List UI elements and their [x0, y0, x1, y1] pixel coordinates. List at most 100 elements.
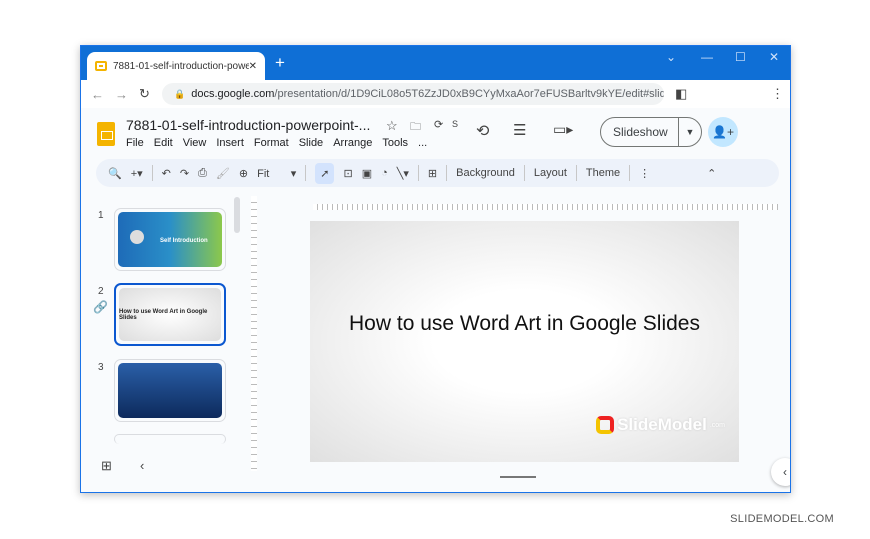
menu-edit[interactable]: Edit: [154, 137, 173, 149]
address-bar-row: ← → ↻ 🔒 docs.google.com/presentation/d/1D…: [81, 80, 790, 108]
meet-camera-icon[interactable]: ▭▸: [553, 121, 573, 138]
grid-view-icon[interactable]: ⊞: [101, 458, 112, 474]
divider: [575, 165, 577, 181]
speaker-notes-handle[interactable]: [500, 476, 536, 478]
brand-suffix: .com: [709, 421, 725, 429]
new-tab-button[interactable]: +: [275, 53, 285, 73]
paint-format-icon[interactable]: 🖌: [216, 167, 230, 180]
toolbar: 🔍 +▾ ↶ ↷ ⎙ 🖌 ⊕ Fit ▾ ➚ ⊡ ▣ ◔ ╲▾ ⊞ Backgr…: [96, 159, 779, 187]
url-path: /presentation/d/1D9CiL08o5T6ZzJD0xB9CYyM…: [274, 88, 664, 100]
select-cursor-icon[interactable]: ➚: [315, 162, 335, 184]
browser-menu-icon[interactable]: ⋮: [771, 86, 784, 102]
shape-icon[interactable]: ◔: [381, 167, 388, 179]
tab-search-icon[interactable]: ⌄: [666, 50, 676, 64]
side-panel-icon[interactable]: ◧: [675, 86, 687, 102]
image-icon[interactable]: ▣: [362, 167, 372, 180]
slide-number: 2: [98, 286, 104, 297]
thumbnail-title: Self Introduction: [160, 238, 208, 244]
horizontal-ruler: [313, 204, 778, 210]
slidemodel-mark-icon: [596, 416, 615, 434]
collapse-toolbar-icon[interactable]: ⌃: [707, 167, 716, 180]
url-domain: docs.google.com: [191, 88, 275, 100]
forward-icon[interactable]: →: [115, 87, 129, 102]
lock-icon: 🔒: [174, 88, 186, 99]
slide-thumbnail-2[interactable]: How to use Word Art in Google Slides: [114, 283, 226, 346]
menu-arrange[interactable]: Arrange: [333, 137, 372, 149]
profile-photo: [130, 230, 144, 244]
menu-insert[interactable]: Insert: [216, 137, 244, 149]
tab-title: 7881-01-self-introduction-powe: [113, 60, 249, 72]
slideshow-dropdown-icon[interactable]: ▼: [679, 127, 701, 137]
divider: [305, 165, 307, 181]
close-window-icon[interactable]: ✕: [769, 50, 779, 64]
layout-button[interactable]: Layout: [534, 167, 567, 179]
menu-slide[interactable]: Slide: [299, 137, 323, 149]
slide-number: 3: [98, 362, 104, 373]
version-history-icon[interactable]: ⟲: [476, 121, 489, 141]
minimize-icon[interactable]: —: [701, 50, 713, 64]
reload-icon[interactable]: ↻: [139, 86, 153, 102]
line-icon[interactable]: ╲▾: [397, 167, 409, 180]
menu-tools[interactable]: Tools: [382, 137, 408, 149]
zoom-value: Fit: [257, 167, 270, 180]
chevron-left-icon: ‹: [783, 465, 787, 479]
document-title[interactable]: 7881-01-self-introduction-powerpoint-...: [126, 117, 370, 133]
browser-tab[interactable]: 7881-01-self-introduction-powe ✕: [87, 52, 265, 80]
zoom-select[interactable]: Fit ▾: [257, 167, 296, 180]
slide-thumbnail-3[interactable]: [114, 359, 226, 422]
title-bar: 7881-01-self-introduction-powe ✕ + ⌄ — ☐ …: [81, 46, 790, 80]
browser-window: 7881-01-self-introduction-powe ✕ + ⌄ — ☐ …: [80, 45, 791, 493]
maximize-icon[interactable]: ☐: [735, 50, 746, 64]
add-comment-icon[interactable]: ⊞: [428, 167, 437, 180]
slide-heading[interactable]: How to use Word Art in Google Slides: [349, 312, 700, 336]
filmstrip-scrollbar[interactable]: [234, 197, 240, 233]
sync-icon[interactable]: ⟳: [434, 118, 443, 131]
slide-thumbnail-1[interactable]: Self Introduction: [114, 208, 226, 271]
app-header: 7881-01-self-introduction-powerpoint-...…: [81, 108, 790, 158]
add-person-icon: 👤+: [712, 125, 734, 139]
search-menus-icon[interactable]: 🔍: [108, 167, 122, 180]
slides-logo-icon[interactable]: [97, 122, 115, 146]
undo-icon[interactable]: ↶: [162, 167, 171, 180]
slideshow-button[interactable]: Slideshow ▼: [600, 117, 702, 147]
share-button[interactable]: 👤+: [708, 117, 738, 147]
menu-format[interactable]: Format: [254, 137, 289, 149]
slide-canvas[interactable]: How to use Word Art in Google Slides Sli…: [310, 221, 739, 462]
redo-icon[interactable]: ↷: [180, 167, 189, 180]
theme-button[interactable]: Theme: [586, 167, 620, 179]
watermark-text: SLIDEMODEL.COM: [730, 513, 834, 525]
comments-icon[interactable]: ☰: [513, 121, 526, 139]
menu-more[interactable]: ...: [418, 137, 427, 149]
star-icon[interactable]: ☆: [386, 118, 398, 134]
slideshow-label: Slideshow: [601, 118, 679, 146]
link-icon: 🔗: [93, 300, 108, 314]
divider: [629, 165, 631, 181]
slide-number: 1: [98, 210, 104, 221]
vertical-ruler: [251, 196, 257, 471]
filmstrip-panel: 1 Self Introduction 2 🔗 How to use Word …: [81, 196, 246, 492]
side-panel-toggle[interactable]: ‹: [771, 458, 790, 486]
collapse-panel-icon[interactable]: ‹: [140, 458, 144, 473]
menu-bar: File Edit View Insert Format Slide Arran…: [126, 137, 427, 149]
divider: [523, 165, 525, 181]
divider: [446, 165, 448, 181]
background-button[interactable]: Background: [456, 167, 515, 179]
more-options-icon[interactable]: ⋮: [639, 167, 650, 180]
divider: [151, 165, 153, 181]
close-tab-icon[interactable]: ✕: [249, 61, 257, 72]
new-slide-icon[interactable]: +▾: [131, 167, 143, 180]
url-input[interactable]: 🔒 docs.google.com/presentation/d/1D9CiL08…: [162, 83, 664, 105]
brand-text: SlideModel: [617, 415, 707, 434]
slide-thumbnail-4[interactable]: [114, 434, 226, 444]
move-folder-icon[interactable]: 🗀: [410, 118, 421, 137]
menu-file[interactable]: File: [126, 137, 144, 149]
text-box-icon[interactable]: ⊡: [343, 167, 352, 180]
divider: [417, 165, 419, 181]
slidemodel-logo: SlideModel .com: [596, 415, 725, 435]
slides-favicon-icon: [95, 61, 107, 71]
zoom-icon[interactable]: ⊕: [239, 167, 248, 180]
back-icon[interactable]: ←: [91, 87, 105, 102]
menu-view[interactable]: View: [183, 137, 207, 149]
status-text: S: [452, 119, 459, 129]
print-icon[interactable]: ⎙: [198, 167, 207, 180]
